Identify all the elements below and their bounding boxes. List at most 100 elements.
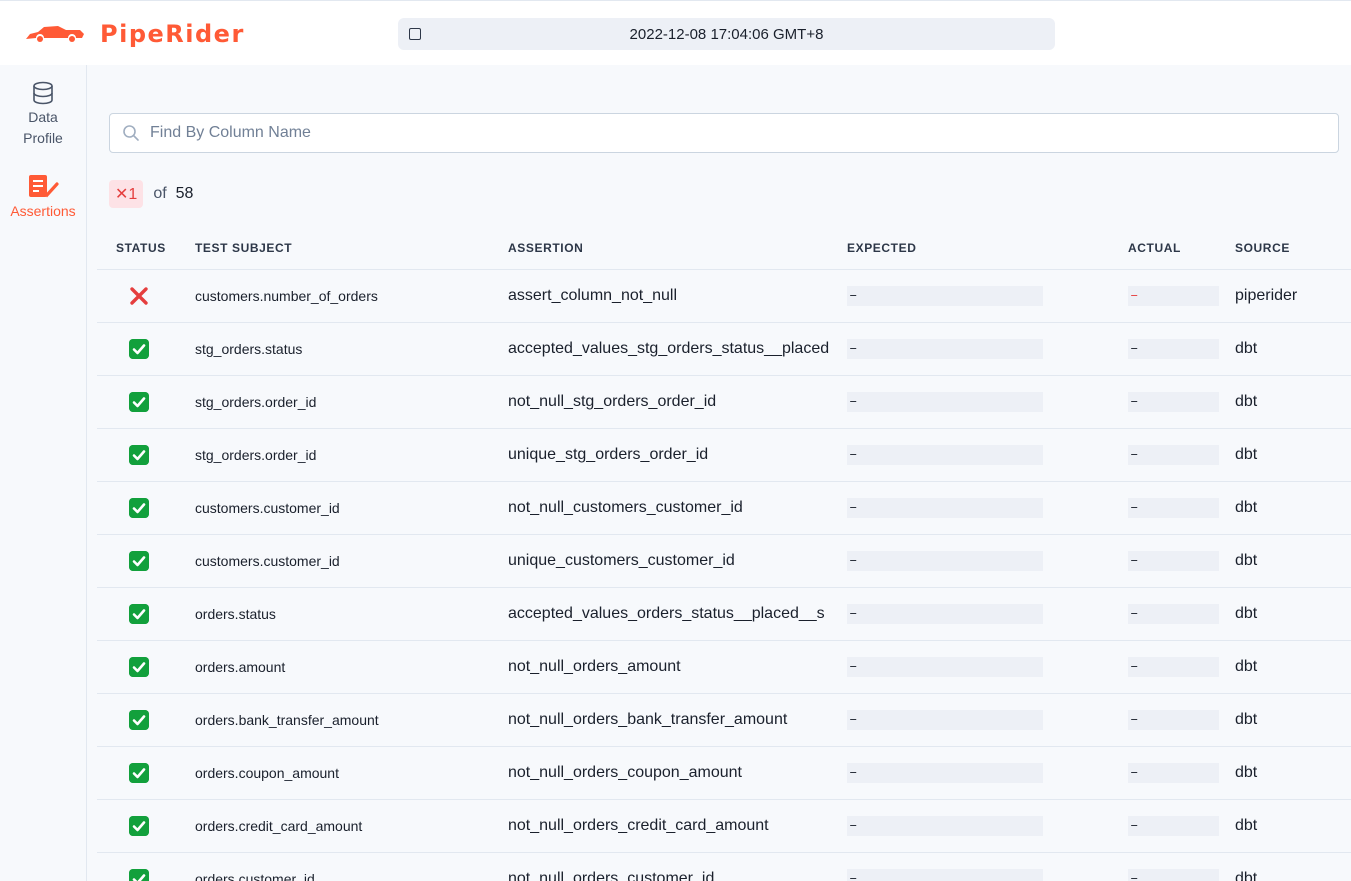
- actual-value: –: [1128, 444, 1219, 465]
- passed-icon: [129, 709, 149, 730]
- passed-icon: [129, 762, 149, 783]
- actual-cell: –: [1128, 428, 1235, 482]
- test-subject-cell: orders.credit_card_amount: [181, 799, 508, 853]
- assertion-cell: not_null_stg_orders_order_id: [508, 375, 847, 429]
- actual-value: –: [1128, 762, 1219, 783]
- status-cell: [97, 534, 181, 588]
- header-assertion[interactable]: ASSERTION: [508, 228, 847, 270]
- status-cell: [97, 375, 181, 429]
- sidebar-item-label: Data: [28, 109, 58, 125]
- table-row[interactable]: orders.customer_id not_null_orders_custom…: [97, 852, 1351, 881]
- actual-cell: –: [1128, 322, 1235, 376]
- actual-cell: –: [1128, 746, 1235, 800]
- table-row[interactable]: orders.credit_card_amount not_null_orders…: [97, 799, 1351, 853]
- expected-cell: –: [847, 375, 1128, 429]
- failed-count-badge[interactable]: ✕1: [109, 180, 144, 208]
- search-input[interactable]: [150, 124, 1300, 142]
- main-content: ✕1 of 58 STATUS TEST SUBJECT ASSERTION E…: [87, 65, 1351, 881]
- actual-cell: –: [1128, 481, 1235, 535]
- status-cell: [97, 852, 181, 881]
- top-bar: PipeRider 2022-12-08 17:04:06 GMT+8: [0, 0, 1351, 65]
- piperider-logo-icon: [26, 26, 84, 42]
- assertions-icon: [29, 175, 59, 198]
- source-cell: dbt: [1235, 481, 1351, 535]
- expected-cell: –: [847, 852, 1128, 881]
- test-subject-cell: orders.amount: [181, 640, 508, 694]
- expected-cell: –: [847, 799, 1128, 853]
- test-subject-cell: orders.customer_id: [181, 852, 508, 881]
- assertions-table: STATUS TEST SUBJECT ASSERTION EXPECTED A…: [97, 228, 1351, 881]
- status-cell: [97, 322, 181, 376]
- expected-value: –: [847, 285, 1043, 306]
- sidebar-item-assertions[interactable]: Assertions: [0, 173, 86, 222]
- select-checkbox[interactable]: [409, 28, 421, 40]
- table-row[interactable]: orders.coupon_amount not_null_orders_coup…: [97, 746, 1351, 800]
- table-row[interactable]: stg_orders.order_id not_null_stg_orders_o…: [97, 375, 1351, 429]
- passed-icon: [129, 656, 149, 677]
- table-row[interactable]: customers.customer_id not_null_customers_…: [97, 481, 1351, 535]
- header-test-subject[interactable]: TEST SUBJECT: [181, 228, 508, 270]
- source-cell: dbt: [1235, 534, 1351, 588]
- passed-icon: [129, 550, 149, 571]
- passed-icon: [129, 497, 149, 518]
- table-row[interactable]: customers.number_of_orders assert_column_…: [97, 269, 1351, 323]
- piperider-logo[interactable]: PipeRider: [24, 19, 245, 49]
- actual-value: –: [1128, 285, 1219, 306]
- passed-icon: [129, 444, 149, 465]
- status-cell: [97, 799, 181, 853]
- actual-value: –: [1128, 815, 1219, 836]
- search-box[interactable]: [109, 113, 1339, 153]
- header-actual[interactable]: ACTUAL: [1128, 228, 1235, 270]
- database-icon: [33, 81, 53, 105]
- search-icon: [123, 125, 139, 141]
- header-status[interactable]: STATUS: [97, 228, 181, 270]
- source-cell: dbt: [1235, 587, 1351, 641]
- status-cell: [97, 693, 181, 747]
- header-source[interactable]: SOURCE: [1235, 228, 1351, 270]
- expected-cell: –: [847, 322, 1128, 376]
- expected-value: –: [847, 868, 1043, 881]
- sidebar-item-label: Assertions: [10, 203, 76, 219]
- source-cell: dbt: [1235, 852, 1351, 881]
- test-subject-cell: customers.customer_id: [181, 534, 508, 588]
- table-row[interactable]: orders.status accepted_values_orders_stat…: [97, 587, 1351, 641]
- table-row[interactable]: orders.bank_transfer_amount not_null_orde…: [97, 693, 1351, 747]
- source-cell: dbt: [1235, 799, 1351, 853]
- table-header-row: STATUS TEST SUBJECT ASSERTION EXPECTED A…: [97, 228, 1351, 270]
- table-row[interactable]: customers.customer_id unique_customers_cu…: [97, 534, 1351, 588]
- actual-value: –: [1128, 497, 1219, 518]
- passed-icon: [129, 868, 149, 881]
- expected-value: –: [847, 709, 1043, 730]
- status-cell: [97, 428, 181, 482]
- test-subject-cell: stg_orders.status: [181, 322, 508, 376]
- table-row[interactable]: orders.amount not_null_orders_amount – – dbt: [97, 640, 1351, 694]
- actual-value: –: [1128, 338, 1219, 359]
- table-row[interactable]: stg_orders.order_id unique_stg_orders_ord…: [97, 428, 1351, 482]
- assertion-cell: not_null_orders_credit_card_amount: [508, 799, 847, 853]
- actual-value: –: [1128, 550, 1219, 571]
- actual-cell: –: [1128, 534, 1235, 588]
- run-timestamp-bar[interactable]: 2022-12-08 17:04:06 GMT+8: [398, 18, 1055, 50]
- passed-icon: [129, 603, 149, 624]
- passed-icon: [129, 338, 149, 359]
- test-subject-cell: customers.number_of_orders: [181, 269, 508, 323]
- expected-cell: –: [847, 640, 1128, 694]
- assertion-cell: unique_stg_orders_order_id: [508, 428, 847, 482]
- sidebar-item-data-profile[interactable]: Data Profile: [0, 81, 86, 149]
- source-cell: piperider: [1235, 269, 1351, 323]
- table-row[interactable]: stg_orders.status accepted_values_stg_ord…: [97, 322, 1351, 376]
- assertion-cell: not_null_customers_customer_id: [508, 481, 847, 535]
- actual-value: –: [1128, 709, 1219, 730]
- failed-icon: [130, 286, 148, 305]
- test-subject-cell: stg_orders.order_id: [181, 428, 508, 482]
- source-cell: dbt: [1235, 322, 1351, 376]
- actual-cell: –: [1128, 269, 1235, 323]
- assertion-cell: assert_column_not_null: [508, 269, 847, 323]
- expected-value: –: [847, 338, 1043, 359]
- expected-cell: –: [847, 534, 1128, 588]
- status-cell: [97, 746, 181, 800]
- expected-value: –: [847, 444, 1043, 465]
- status-cell: [97, 587, 181, 641]
- test-subject-cell: customers.customer_id: [181, 481, 508, 535]
- header-expected[interactable]: EXPECTED: [847, 228, 1128, 270]
